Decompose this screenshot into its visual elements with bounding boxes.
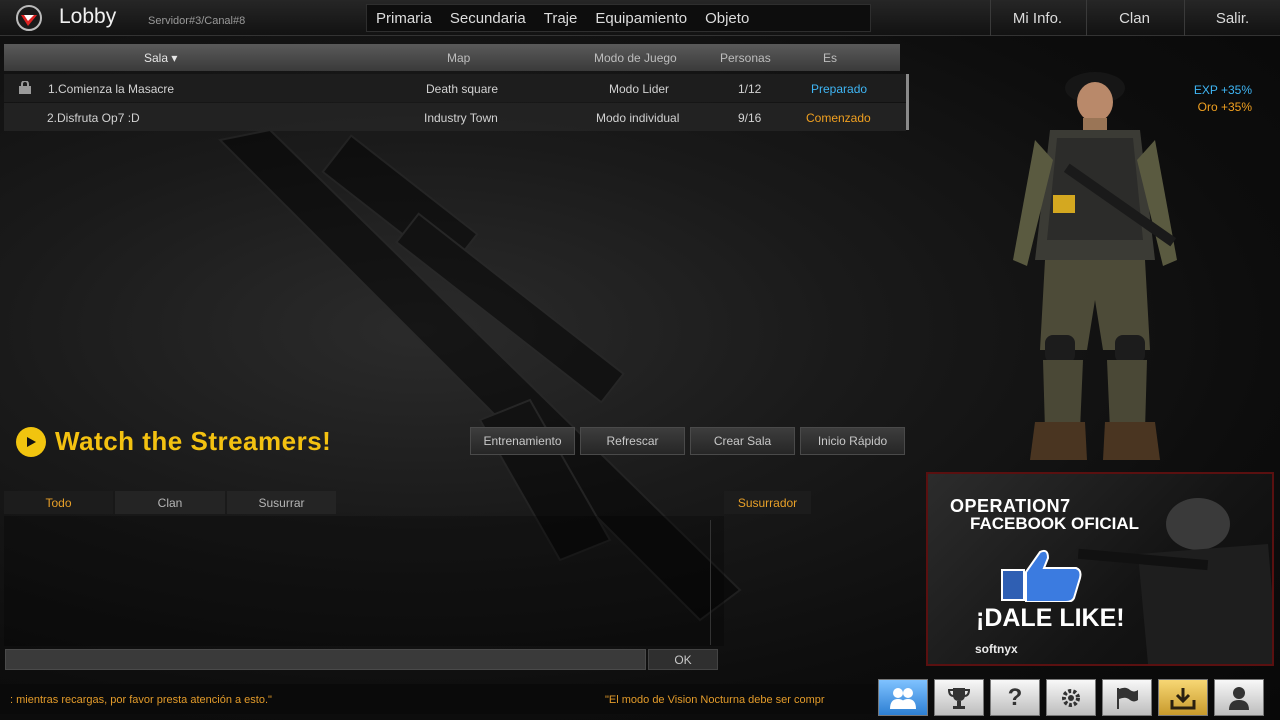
chat-send-button[interactable]: OK (648, 649, 718, 670)
play-icon (16, 426, 46, 457)
chat-log (4, 516, 724, 646)
room-name: 2.Disfruta Op7 :D (47, 111, 140, 125)
ad-subtitle: FACEBOOK OFICIAL (970, 514, 1140, 533)
room-map: Death square (426, 82, 499, 96)
room-status: Comenzado (806, 111, 871, 125)
tab-todo[interactable]: Todo (4, 491, 113, 514)
menu-equipamiento[interactable]: Equipamiento (586, 10, 696, 27)
bottom-icon-bar: ? (878, 679, 1270, 716)
tab-clan[interactable]: Clan (115, 491, 225, 514)
room-status: Preparado (811, 82, 868, 96)
menu-objeto[interactable]: Objeto (696, 10, 758, 27)
trophy-icon (947, 687, 971, 709)
soldier-character[interactable] (995, 60, 1195, 470)
room-row[interactable]: 1.Comienza la Masacre Death square Modo … (4, 74, 906, 102)
top-bar: Lobby Servidor#3/Canal#8 Primaria Secund… (0, 0, 1280, 36)
room-people: 1/12 (738, 82, 762, 96)
room-row[interactable]: 2.Disfruta Op7 :D Industry Town Modo ind… (4, 103, 906, 131)
create-room-button[interactable]: Crear Sala (690, 427, 795, 455)
friends-icon (890, 687, 916, 709)
room-mode: Modo individual (596, 111, 680, 125)
menu-primaria[interactable]: Primaria (367, 10, 441, 27)
chat-input[interactable] (5, 649, 646, 670)
exp-bonus: EXP +35% (1193, 83, 1252, 97)
gold-bonus: Oro +35% (1197, 100, 1252, 114)
profile-icon (1229, 686, 1249, 710)
exit-button[interactable]: Salir. (1184, 0, 1280, 36)
gear-icon (1062, 688, 1080, 707)
room-list-scrollbar[interactable] (906, 74, 909, 130)
thumbs-up-icon (1001, 549, 1082, 602)
ticker-left-text: : mientras recargas, por favor presta at… (10, 694, 272, 706)
ticker-right-text: "El modo de Vision Nocturna debe ser com… (605, 694, 825, 706)
download-icon (1170, 687, 1196, 709)
room-table-header: Sala ▾ Map Modo de Juego Personas Es (4, 44, 900, 71)
room-map: Industry Town (424, 111, 498, 125)
room-people: 9/16 (738, 111, 762, 125)
help-button[interactable]: ? (990, 679, 1040, 716)
training-button[interactable]: Entrenamiento (470, 427, 575, 455)
lobby-screen: Lobby Servidor#3/Canal#8 Primaria Secund… (0, 0, 1280, 720)
menu-traje[interactable]: Traje (535, 10, 587, 27)
settings-button[interactable] (1046, 679, 1096, 716)
col-status[interactable]: Es (823, 51, 837, 65)
ad-soldier-art (1078, 498, 1272, 664)
ranking-button[interactable] (934, 679, 984, 716)
refresh-button[interactable]: Refrescar (580, 427, 685, 455)
menu-secundaria[interactable]: Secundaria (441, 10, 535, 27)
friends-button[interactable] (878, 679, 928, 716)
ad-brand: softnyx (975, 642, 1018, 656)
page-title: Lobby (59, 5, 117, 28)
clan-button[interactable]: Clan (1086, 0, 1182, 36)
profile-button[interactable] (1214, 679, 1264, 716)
inventory-button[interactable] (1158, 679, 1208, 716)
lock-icon (19, 81, 31, 94)
chat-divider (710, 520, 711, 645)
my-info-button[interactable]: Mi Info. (990, 0, 1084, 36)
ad-cta: ¡DALE LIKE! (976, 604, 1125, 632)
facebook-ad-banner[interactable]: OPERATION7 FACEBOOK OFICIAL ¡DALE LIKE! … (926, 472, 1274, 666)
game-logo-icon (16, 5, 42, 31)
equipment-menu: Primaria Secundaria Traje Equipamiento O… (366, 4, 871, 32)
help-icon: ? (1007, 683, 1023, 711)
col-sala[interactable]: Sala ▾ (144, 51, 177, 65)
room-name: 1.Comienza la Masacre (48, 82, 175, 96)
room-mode: Modo Lider (609, 82, 670, 96)
server-channel-label: Servidor#3/Canal#8 (148, 15, 246, 27)
col-map[interactable]: Map (447, 51, 470, 65)
watch-streamers-link[interactable]: Watch the Streamers! (16, 426, 331, 457)
flag-icon (1117, 687, 1138, 709)
col-mode[interactable]: Modo de Juego (594, 51, 677, 65)
streamers-text: Watch the Streamers! (55, 426, 332, 456)
col-people[interactable]: Personas (720, 51, 771, 65)
news-ticker: : mientras recargas, por favor presta at… (0, 684, 876, 714)
clan-flag-button[interactable] (1102, 679, 1152, 716)
tab-susurrador[interactable]: Susurrador (724, 491, 811, 514)
tab-susurrar[interactable]: Susurrar (227, 491, 336, 514)
quick-start-button[interactable]: Inicio Rápido (800, 427, 905, 455)
